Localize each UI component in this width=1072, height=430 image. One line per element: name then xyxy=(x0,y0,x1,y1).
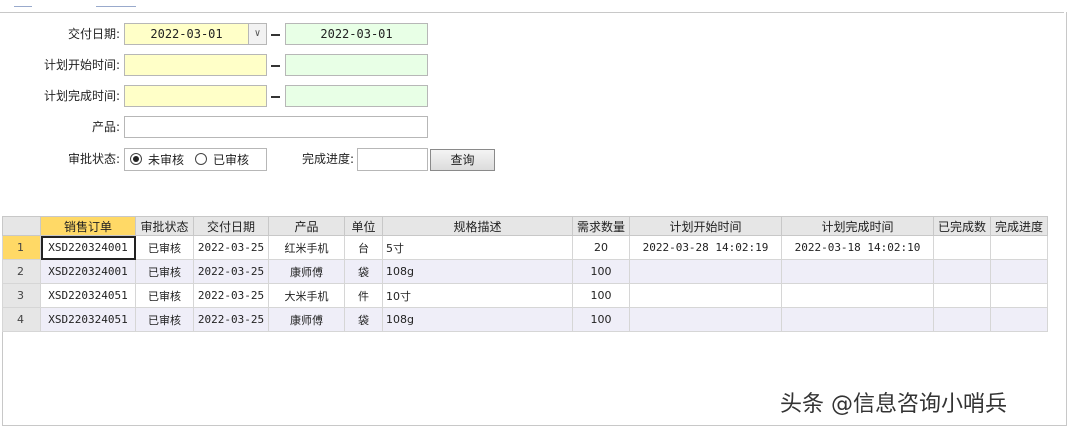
column-header[interactable]: 计划完成时间 xyxy=(781,216,934,236)
column-header[interactable]: 规格描述 xyxy=(382,216,573,236)
row-number[interactable]: 4 xyxy=(2,307,41,332)
radio-unapproved-label: 未审核 xyxy=(148,153,185,167)
header-corner xyxy=(2,216,41,236)
table-header-row: 销售订单 审批状态 交付日期 产品 单位 规格描述 需求数量 计划开始时间 计划… xyxy=(2,216,1048,236)
cell-qty[interactable]: 20 xyxy=(572,235,630,260)
delivery-date-from-value: 2022-03-01 xyxy=(150,27,223,41)
cell-done[interactable] xyxy=(933,259,991,284)
column-header[interactable]: 单位 xyxy=(344,216,383,236)
progress-label: 完成进度: xyxy=(301,152,354,166)
product-input[interactable] xyxy=(124,116,428,138)
cell-spec[interactable]: 5寸 xyxy=(382,235,573,260)
cell-status[interactable]: 已审核 xyxy=(135,307,194,332)
cell-spec[interactable]: 108g xyxy=(382,307,573,332)
cell-end[interactable] xyxy=(781,307,934,332)
plan-end-label: 计划完成时间: xyxy=(43,89,120,103)
cell-date[interactable]: 2022-03-25 xyxy=(193,307,269,332)
plan-start-label: 计划开始时间: xyxy=(43,58,120,72)
column-header[interactable]: 完成进度 xyxy=(990,216,1048,236)
column-header[interactable]: 计划开始时间 xyxy=(629,216,782,236)
cell-order[interactable]: XSD220324051 xyxy=(40,307,136,332)
row-number[interactable]: 3 xyxy=(2,283,41,308)
query-button[interactable]: 查询 xyxy=(430,149,495,171)
watermark: 头条 @信息咨询小哨兵 xyxy=(780,392,1007,417)
delivery-date-label: 交付日期: xyxy=(67,27,120,41)
cell-unit[interactable]: 袋 xyxy=(344,259,383,284)
cell-spec[interactable]: 10寸 xyxy=(382,283,573,308)
row-number[interactable]: 1 xyxy=(2,235,41,260)
cell-done[interactable] xyxy=(933,283,991,308)
cell-product[interactable]: 红米手机 xyxy=(268,235,345,260)
cell-qty[interactable]: 100 xyxy=(572,307,630,332)
cell-order[interactable]: XSD220324051 xyxy=(40,283,136,308)
cell-spec[interactable]: 108g xyxy=(382,259,573,284)
table-row[interactable]: 1 XSD220324001 已审核 2022-03-25 红米手机 台 5寸 … xyxy=(2,235,1048,260)
cell-start[interactable] xyxy=(629,283,782,308)
column-header[interactable]: 销售订单 xyxy=(40,216,136,236)
progress-input[interactable] xyxy=(357,148,428,171)
column-header[interactable]: 产品 xyxy=(268,216,345,236)
radio-unapproved[interactable] xyxy=(130,153,142,165)
column-header[interactable]: 审批状态 xyxy=(135,216,194,236)
chevron-down-icon[interactable]: ∨ xyxy=(248,24,266,44)
cell-progress[interactable] xyxy=(990,283,1048,308)
cell-date[interactable]: 2022-03-25 xyxy=(193,235,269,260)
cell-progress[interactable] xyxy=(990,259,1048,284)
cell-progress[interactable] xyxy=(990,235,1048,260)
cell-done[interactable] xyxy=(933,235,991,260)
cell-order[interactable]: XSD220324001 xyxy=(40,259,136,284)
column-header[interactable]: 交付日期 xyxy=(193,216,269,236)
plan-start-from-input[interactable] xyxy=(124,54,267,76)
plan-end-to-input[interactable] xyxy=(285,85,428,107)
approval-status-label: 审批状态: xyxy=(67,152,120,166)
cell-done[interactable] xyxy=(933,307,991,332)
top-divider xyxy=(0,12,1064,13)
top-tab-fragment xyxy=(96,0,136,7)
cell-order[interactable]: XSD220324001 xyxy=(40,235,136,260)
cell-start[interactable] xyxy=(629,259,782,284)
range-dash xyxy=(271,65,280,67)
top-tab-fragment xyxy=(14,0,32,7)
cell-status[interactable]: 已审核 xyxy=(135,283,194,308)
cell-status[interactable]: 已审核 xyxy=(135,259,194,284)
delivery-date-from-input[interactable]: 2022-03-01 ∨ xyxy=(124,23,267,45)
row-number[interactable]: 2 xyxy=(2,259,41,284)
plan-end-from-input[interactable] xyxy=(124,85,267,107)
table-row[interactable]: 4 XSD220324051 已审核 2022-03-25 康师傅 袋 108g… xyxy=(2,307,1048,332)
cell-end[interactable]: 2022-03-18 14:02:10 xyxy=(781,235,934,260)
range-dash xyxy=(271,34,280,36)
order-table: 销售订单 审批状态 交付日期 产品 单位 规格描述 需求数量 计划开始时间 计划… xyxy=(2,216,1048,332)
delivery-date-to-input[interactable]: 2022-03-01 xyxy=(285,23,428,45)
product-label: 产品: xyxy=(91,120,120,134)
cell-end[interactable] xyxy=(781,283,934,308)
cell-product[interactable]: 康师傅 xyxy=(268,307,345,332)
column-header[interactable]: 已完成数 xyxy=(933,216,991,236)
cell-product[interactable]: 大米手机 xyxy=(268,283,345,308)
cell-end[interactable] xyxy=(781,259,934,284)
cell-qty[interactable]: 100 xyxy=(572,259,630,284)
cell-progress[interactable] xyxy=(990,307,1048,332)
cell-unit[interactable]: 袋 xyxy=(344,307,383,332)
right-border xyxy=(1066,12,1067,426)
cell-date[interactable]: 2022-03-25 xyxy=(193,283,269,308)
plan-start-to-input[interactable] xyxy=(285,54,428,76)
cell-status[interactable]: 已审核 xyxy=(135,235,194,260)
cell-product[interactable]: 康师傅 xyxy=(268,259,345,284)
cell-qty[interactable]: 100 xyxy=(572,283,630,308)
cell-unit[interactable]: 件 xyxy=(344,283,383,308)
range-dash xyxy=(271,96,280,98)
cell-start[interactable] xyxy=(629,307,782,332)
cell-date[interactable]: 2022-03-25 xyxy=(193,259,269,284)
cell-unit[interactable]: 台 xyxy=(344,235,383,260)
cell-start[interactable]: 2022-03-28 14:02:19 xyxy=(629,235,782,260)
table-row[interactable]: 2 XSD220324001 已审核 2022-03-25 康师傅 袋 108g… xyxy=(2,259,1048,284)
table-row[interactable]: 3 XSD220324051 已审核 2022-03-25 大米手机 件 10寸… xyxy=(2,283,1048,308)
production-plan-window: 交付日期: 2022-03-01 ∨ 2022-03-01 计划开始时间: 计划… xyxy=(0,0,1072,430)
column-header[interactable]: 需求数量 xyxy=(572,216,630,236)
radio-approved[interactable] xyxy=(195,153,207,165)
